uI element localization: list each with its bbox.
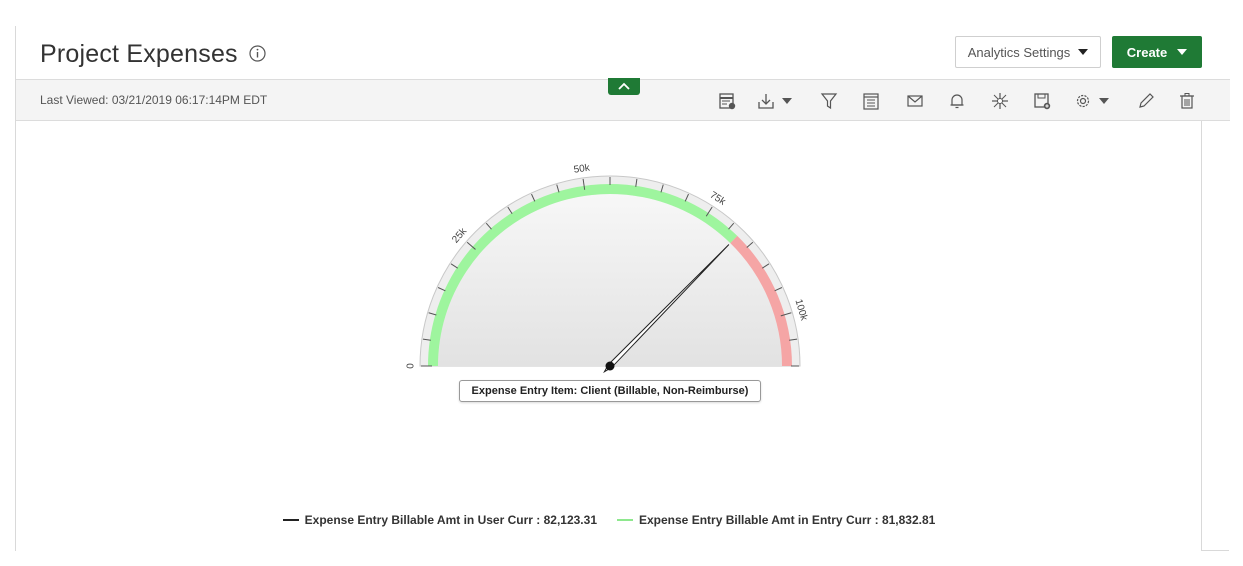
- report-header: Project Expenses Analytics Settings Crea…: [16, 26, 1230, 79]
- chevron-up-icon: [618, 82, 630, 90]
- legend-label: Expense Entry Billable Amt in Entry Curr…: [639, 513, 936, 527]
- legend-swatch: [282, 519, 299, 521]
- legend-item-entry-curr[interactable]: Expense Entry Billable Amt in Entry Curr…: [617, 513, 935, 527]
- gear-icon: [1076, 94, 1090, 108]
- table-icon: [719, 93, 736, 110]
- network-button[interactable]: [990, 90, 1010, 112]
- gauge-tick-label: 0: [406, 363, 417, 369]
- chart-area: 0 25k 50k 75k 100k Expense Entry Item: Clien…: [16, 121, 1202, 551]
- caret-down-icon: [782, 98, 792, 104]
- trash-icon: [1180, 93, 1194, 109]
- bell-icon: [950, 94, 964, 109]
- page-title: Project Expenses: [40, 40, 238, 68]
- gauge-tick-label: 50k: [573, 162, 592, 175]
- legend-item-user-curr[interactable]: Expense Entry Billable Amt in User Curr …: [282, 513, 597, 527]
- analytics-settings-label: Analytics Settings: [967, 44, 1071, 60]
- save-button[interactable]: [1032, 90, 1052, 112]
- email-button[interactable]: [905, 90, 925, 112]
- edit-button[interactable]: [1136, 90, 1156, 112]
- gauge-chart: 025k50k75k100k: [406, 162, 809, 374]
- report-panel: Project Expenses Analytics Settings Crea…: [15, 26, 1230, 551]
- table-button[interactable]: [717, 90, 737, 112]
- caret-down-icon: [1099, 98, 1109, 104]
- report-toolbar: Last Viewed: 03/21/2019 06:17:14PM EDT: [16, 78, 1230, 121]
- caret-down-icon: [1078, 49, 1089, 55]
- email-icon: [907, 95, 923, 107]
- legend-label: Expense Entry Billable Amt in User Curr …: [304, 513, 597, 527]
- download-icon: [758, 94, 774, 109]
- filter-icon: [820, 93, 838, 110]
- network-icon: [992, 93, 1008, 109]
- alert-button[interactable]: [947, 90, 967, 112]
- info-icon[interactable]: [248, 44, 267, 63]
- chart-legend: Expense Entry Billable Amt in User Curr …: [16, 513, 1202, 527]
- gauge-tick-label: 100k: [792, 298, 809, 323]
- delete-button[interactable]: [1177, 90, 1197, 112]
- settings-button[interactable]: [1073, 90, 1109, 112]
- filter-button[interactable]: [819, 90, 839, 112]
- legend-swatch: [617, 519, 633, 521]
- create-button[interactable]: Create: [1112, 36, 1202, 68]
- caret-down-icon: [1177, 49, 1188, 55]
- gauge-pivot: [605, 361, 615, 371]
- create-label: Create: [1126, 44, 1168, 60]
- save-icon: [1034, 93, 1051, 110]
- edit-icon: [1139, 93, 1154, 108]
- analytics-settings-button[interactable]: Analytics Settings: [955, 36, 1101, 68]
- last-viewed-text: Last Viewed: 03/21/2019 06:17:14PM EDT: [40, 93, 268, 107]
- notes-icon: [863, 93, 879, 110]
- notes-button[interactable]: [861, 90, 881, 112]
- gauge-data-label: Expense Entry Item: Client (Billable, No…: [459, 380, 761, 402]
- download-button[interactable]: [756, 90, 792, 112]
- collapse-header-button[interactable]: [608, 78, 640, 95]
